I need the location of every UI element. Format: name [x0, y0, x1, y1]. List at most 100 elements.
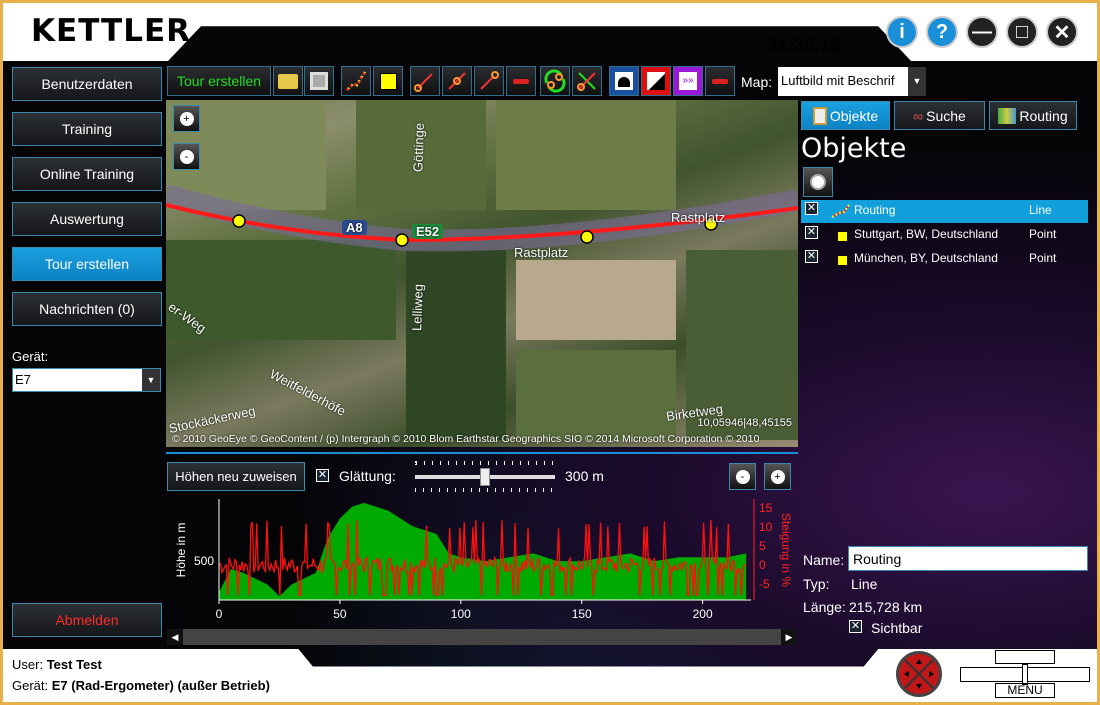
- draw-route-icon: [346, 71, 367, 91]
- x-tick-label: 150: [572, 607, 592, 621]
- reassign-heights-button[interactable]: Höhen neu zuweisen: [167, 462, 305, 491]
- tab-label: Objekte: [829, 107, 879, 124]
- map-copyright: © 2010 GeoEye © GeoContent / (p) Intergr…: [172, 433, 760, 445]
- object-row[interactable]: ✕ Routing Line: [801, 200, 1088, 223]
- map-label: Rastplatz: [671, 210, 726, 225]
- visibility-checkbox[interactable]: ✕: [805, 202, 818, 215]
- save-button[interactable]: [304, 66, 334, 96]
- object-search-button[interactable]: [803, 167, 833, 197]
- slider-thumb[interactable]: [480, 468, 490, 486]
- menu-label: MENU: [995, 683, 1055, 698]
- map-label: Map:: [741, 74, 773, 90]
- x-tick-label: 200: [693, 607, 713, 621]
- sidebar-item-online-training[interactable]: Online Training: [12, 157, 162, 191]
- smoothing-checkbox[interactable]: ✕: [316, 469, 329, 482]
- visible-label: Sichtbar: [871, 620, 923, 636]
- fast-forward-button[interactable]: »»: [673, 66, 703, 96]
- elevation-profile-chart[interactable]: 0 50 100 150 200500151050-5Höhe in m Steigung…: [166, 495, 798, 625]
- y2-axis-label: Steigung in %: [779, 513, 793, 587]
- object-name: Routing: [854, 203, 896, 217]
- info-button[interactable]: i: [886, 16, 918, 48]
- insert-point-icon: [448, 72, 466, 90]
- line-segment-icon: [414, 73, 433, 92]
- horizontal-scrollbar[interactable]: ◀ ▶: [167, 629, 797, 645]
- visible-checkbox[interactable]: ✕: [849, 620, 862, 633]
- logout-button[interactable]: Abmelden: [12, 603, 162, 637]
- direction-pad[interactable]: [896, 651, 942, 697]
- profile-zoom-out-button[interactable]: -: [729, 463, 756, 490]
- tab-routing[interactable]: Routing: [989, 101, 1077, 130]
- remove-button[interactable]: [705, 66, 735, 96]
- device-select[interactable]: E7 ▼: [12, 368, 161, 392]
- map-type-select[interactable]: Luftbild mit Beschrif ▼: [778, 67, 926, 96]
- object-row[interactable]: ✕ München, BY, Deutschland Point: [801, 248, 1088, 271]
- name-input[interactable]: [848, 546, 1088, 571]
- tour-erstellen-button[interactable]: Tour erstellen: [167, 66, 271, 96]
- open-button[interactable]: [273, 66, 303, 96]
- map-zoom-in-button[interactable]: +: [173, 105, 200, 132]
- line-segment-button[interactable]: [410, 66, 440, 96]
- point-marker-icon: [838, 232, 847, 241]
- cut-route-button[interactable]: [572, 66, 602, 96]
- sidebar-item-tour-erstellen[interactable]: Tour erstellen: [12, 247, 162, 281]
- minimize-button[interactable]: —: [966, 16, 998, 48]
- y2-tick-label: 0: [759, 558, 766, 572]
- map-label: Rastplatz: [514, 245, 569, 260]
- close-button[interactable]: ✕: [1046, 16, 1078, 48]
- y-tick-label: 500: [194, 554, 214, 568]
- length-value: 215,728 km: [849, 599, 923, 615]
- type-label: Typ:: [803, 576, 830, 592]
- sidebar-item-nachrichten[interactable]: Nachrichten (0): [12, 292, 162, 326]
- point-marker-icon: [838, 256, 847, 265]
- app-window: KETTLER 11:35:15 i ? — □ ✕ Benutzerdaten…: [3, 3, 1097, 702]
- chevron-down-icon[interactable]: ▼: [908, 67, 926, 96]
- route-waypoint: [232, 214, 246, 228]
- object-type: Point: [1029, 251, 1057, 265]
- menu-button[interactable]: MENU: [960, 650, 1090, 698]
- y2-tick-label: 5: [759, 539, 766, 553]
- smoothing-slider[interactable]: [415, 461, 555, 493]
- scroll-right-icon[interactable]: ▶: [781, 629, 797, 645]
- folder-icon: [278, 73, 298, 89]
- profile-zoom-in-button[interactable]: +: [764, 463, 791, 490]
- visibility-checkbox[interactable]: ✕: [805, 250, 818, 263]
- remove-segment-button[interactable]: [506, 66, 536, 96]
- route-waypoint: [580, 230, 594, 244]
- tab-label: Routing: [1019, 107, 1068, 124]
- map-zoom-out-button[interactable]: -: [173, 143, 200, 170]
- binoculars-icon: ∞: [913, 107, 924, 124]
- user-value: Test Test: [46, 657, 102, 672]
- visibility-checkbox[interactable]: ✕: [805, 226, 818, 239]
- sidebar-item-benutzerdaten[interactable]: Benutzerdaten: [12, 67, 162, 101]
- map-view[interactable]: Göttinge A8 E52 Rastplatz Rastplatz Lell…: [166, 100, 798, 447]
- tab-objekte[interactable]: Objekte: [801, 101, 890, 130]
- scroll-left-icon[interactable]: ◀: [167, 629, 183, 645]
- clipboard-icon: [812, 106, 827, 125]
- object-name: Stuttgart, BW, Deutschland: [854, 227, 999, 241]
- help-button[interactable]: ?: [926, 16, 958, 48]
- route-waypoint: [395, 233, 409, 247]
- tab-suche[interactable]: ∞ Suche: [894, 101, 985, 130]
- sidebar-item-auswertung[interactable]: Auswertung: [12, 202, 162, 236]
- reverse-route-icon: [544, 69, 566, 93]
- chevron-down-icon[interactable]: ▼: [142, 369, 160, 391]
- remove-icon: [712, 78, 728, 84]
- point-button[interactable]: [373, 66, 403, 96]
- x-tick-label: 100: [451, 607, 471, 621]
- point-marker-icon: [379, 72, 397, 90]
- user-info: User: Test Test: [12, 657, 102, 672]
- extend-line-button[interactable]: [474, 66, 504, 96]
- object-row[interactable]: ✕ Stuttgart, BW, Deutschland Point: [801, 224, 1088, 247]
- sidebar-item-training[interactable]: Training: [12, 112, 162, 146]
- device-label: Gerät:: [12, 349, 49, 364]
- elevation-button[interactable]: [641, 66, 671, 96]
- maximize-button[interactable]: □: [1006, 16, 1038, 48]
- coordinate-readout: 10,05946|48,45155: [697, 417, 792, 429]
- tunnel-button[interactable]: [609, 66, 639, 96]
- map-type-value: Luftbild mit Beschrif: [781, 73, 895, 88]
- zoom-in-icon: +: [179, 111, 194, 126]
- reverse-route-button[interactable]: [540, 66, 570, 96]
- insert-point-button[interactable]: [442, 66, 472, 96]
- draw-route-button[interactable]: [341, 66, 371, 96]
- splitter[interactable]: [166, 452, 798, 454]
